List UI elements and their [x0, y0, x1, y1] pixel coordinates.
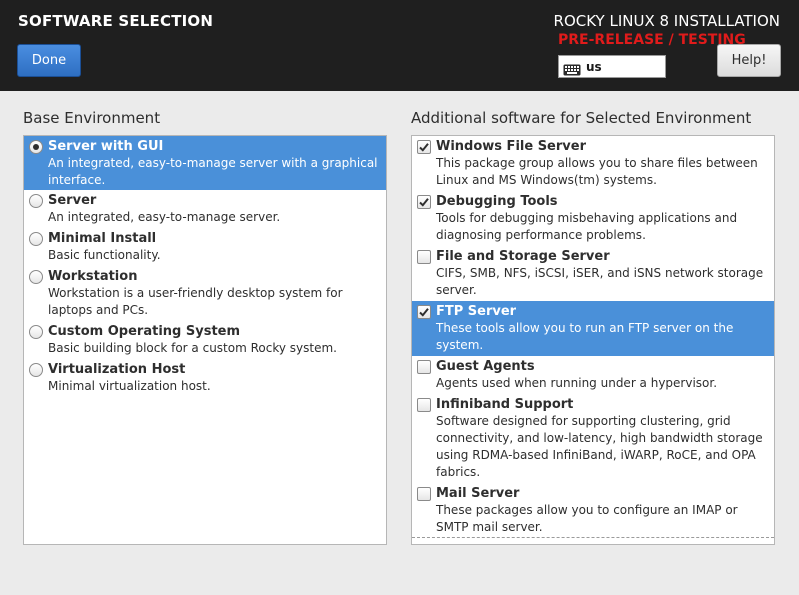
- env-option-workstation[interactable]: Workstation Workstation is a user-friend…: [24, 266, 386, 321]
- env-option-minimal-install[interactable]: Minimal Install Basic functionality.: [24, 228, 386, 266]
- addon-mail-server[interactable]: Mail Server These packages allow you to …: [412, 483, 774, 538]
- addon-checkbox[interactable]: [417, 398, 431, 412]
- addon-infiniband-support[interactable]: Infiniband Support Software designed for…: [412, 394, 774, 483]
- addon-description: Agents used when running under a hypervi…: [436, 376, 718, 390]
- env-option-description: An integrated, easy-to-manage server wit…: [48, 156, 378, 187]
- radio-button[interactable]: [29, 140, 43, 154]
- list-cutoff-edge: [412, 537, 774, 544]
- env-option-title: Virtualization Host: [48, 362, 186, 377]
- env-option-server-with-gui[interactable]: Server with GUI An integrated, easy-to-m…: [24, 136, 386, 190]
- env-option-description: Basic functionality.: [48, 248, 161, 262]
- env-option-title: Workstation: [48, 269, 138, 284]
- radio-button[interactable]: [29, 270, 43, 284]
- env-option-server[interactable]: Server An integrated, easy-to-manage ser…: [24, 190, 386, 228]
- addon-guest-agents[interactable]: Guest Agents Agents used when running un…: [412, 356, 774, 394]
- addon-description: This package group allows you to share f…: [436, 156, 758, 187]
- base-environment-list: Server with GUI An integrated, easy-to-m…: [23, 135, 387, 545]
- env-option-title: Server with GUI: [48, 139, 164, 154]
- addon-description: Tools for debugging misbehaving applicat…: [436, 211, 738, 242]
- additional-software-list: Windows File Server This package group a…: [411, 135, 775, 545]
- addon-title: FTP Server: [436, 304, 517, 319]
- addon-checkbox[interactable]: [417, 195, 431, 209]
- addon-title: Guest Agents: [436, 359, 535, 374]
- checkmark-icon: [419, 198, 429, 207]
- addon-checkbox[interactable]: [417, 250, 431, 264]
- page-title: SOFTWARE SELECTION: [18, 12, 214, 30]
- checkmark-icon: [419, 308, 429, 317]
- addon-description: CIFS, SMB, NFS, iSCSI, iSER, and iSNS ne…: [436, 266, 764, 297]
- addon-title: Windows File Server: [436, 139, 586, 154]
- addon-checkbox[interactable]: [417, 360, 431, 374]
- env-option-title: Server: [48, 193, 97, 208]
- env-option-description: Basic building block for a custom Rocky …: [48, 341, 337, 355]
- env-option-virtualization-host[interactable]: Virtualization Host Minimal virtualizati…: [24, 359, 386, 397]
- env-option-description: An integrated, easy-to-manage server.: [48, 210, 281, 224]
- addon-debugging-tools[interactable]: Debugging Tools Tools for debugging misb…: [412, 191, 774, 246]
- env-option-title: Minimal Install: [48, 231, 157, 246]
- base-environment-title: Base Environment: [23, 109, 161, 127]
- addon-file-and-storage-server[interactable]: File and Storage Server CIFS, SMB, NFS, …: [412, 246, 774, 301]
- env-option-custom-operating-system[interactable]: Custom Operating System Basic building b…: [24, 321, 386, 359]
- env-option-description: Workstation is a user-friendly desktop s…: [48, 286, 343, 317]
- radio-button[interactable]: [29, 232, 43, 246]
- radio-button[interactable]: [29, 194, 43, 208]
- keyboard-icon: [563, 61, 581, 75]
- addon-description: These packages allow you to configure an…: [436, 503, 738, 534]
- product-title: ROCKY LINUX 8 INSTALLATION: [553, 12, 780, 30]
- done-button[interactable]: Done: [17, 44, 81, 77]
- addon-ftp-server[interactable]: FTP Server These tools allow you to run …: [412, 301, 774, 356]
- addon-windows-file-server[interactable]: Windows File Server This package group a…: [412, 136, 774, 191]
- addon-checkbox[interactable]: [417, 487, 431, 501]
- addon-title: File and Storage Server: [436, 249, 610, 264]
- keyboard-layout-indicator[interactable]: us: [558, 55, 666, 78]
- checkmark-icon: [419, 143, 429, 152]
- radio-button[interactable]: [29, 325, 43, 339]
- addon-title: Infiniband Support: [436, 397, 574, 412]
- env-option-description: Minimal virtualization host.: [48, 379, 211, 393]
- addon-checkbox[interactable]: [417, 305, 431, 319]
- addon-checkbox[interactable]: [417, 140, 431, 154]
- env-option-title: Custom Operating System: [48, 324, 241, 339]
- addon-title: Mail Server: [436, 486, 520, 501]
- header-bar: SOFTWARE SELECTION Done ROCKY LINUX 8 IN…: [0, 0, 799, 91]
- addon-title: Debugging Tools: [436, 194, 558, 209]
- radio-button[interactable]: [29, 363, 43, 377]
- addon-description: These tools allow you to run an FTP serv…: [436, 321, 734, 352]
- additional-software-title: Additional software for Selected Environ…: [411, 109, 752, 127]
- keyboard-layout-value: us: [586, 59, 602, 74]
- addon-description: Software designed for supporting cluster…: [436, 414, 763, 479]
- help-button[interactable]: Help!: [717, 44, 781, 77]
